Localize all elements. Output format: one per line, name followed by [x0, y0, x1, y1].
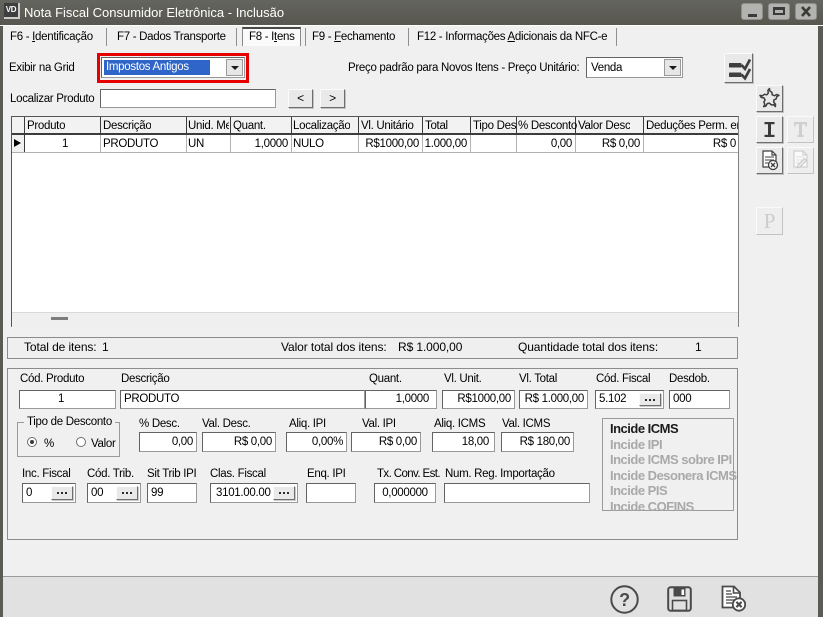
svg-text:?: ?	[619, 590, 630, 610]
